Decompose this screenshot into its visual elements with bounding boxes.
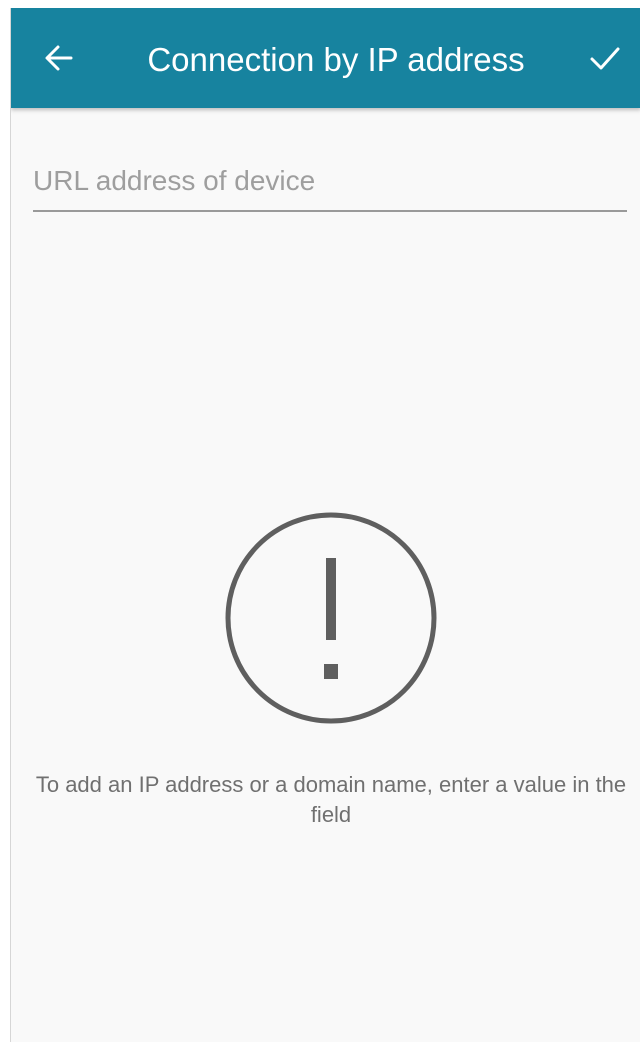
confirm-button[interactable] <box>581 34 629 82</box>
exclamation-circle-icon <box>225 512 437 724</box>
url-address-input[interactable] <box>33 158 627 204</box>
page-title: Connection by IP address <box>147 41 525 78</box>
check-icon <box>590 47 620 70</box>
screen: Connection by IP address To add an IP ad… <box>10 8 640 1042</box>
arrow-left-icon <box>45 45 73 71</box>
empty-state-message: To add an IP address or a domain name, e… <box>35 772 627 827</box>
app-bar: Connection by IP address <box>11 8 640 108</box>
url-field-container <box>33 158 627 212</box>
back-button[interactable] <box>35 34 83 82</box>
